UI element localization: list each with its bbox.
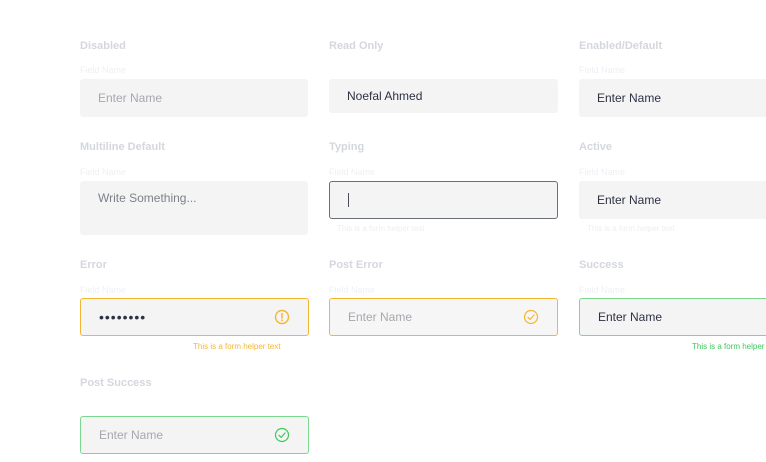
typing-helper-text: This is a form helper text [337, 224, 425, 233]
field-label-active: Field Name [579, 167, 626, 177]
read-only-value: Noefal Ahmed [347, 89, 423, 103]
multiline-textarea[interactable]: Write Something... [80, 181, 308, 235]
field-label-typing: Field Name [329, 167, 376, 177]
success-helper-text: This is a form helper text [692, 342, 766, 351]
post-error-input[interactable]: Enter Name [329, 298, 558, 336]
warning-circle-icon [274, 309, 290, 325]
check-circle-icon [523, 309, 539, 325]
error-helper-text: This is a form helper text [193, 342, 281, 351]
state-title-enabled: Enabled/Default [579, 40, 663, 52]
state-title-disabled: Disabled [80, 40, 126, 52]
state-title-multiline: Multiline Default [80, 141, 165, 153]
state-title-read-only: Read Only [329, 40, 384, 52]
error-password-input[interactable]: •••••••• [80, 298, 309, 336]
state-title-error: Error [80, 259, 107, 271]
disabled-input-placeholder: Enter Name [98, 91, 163, 105]
typing-input[interactable] [329, 181, 558, 219]
active-input-value: Enter Name [597, 193, 662, 207]
check-circle-icon [274, 427, 290, 443]
post-success-placeholder: Enter Name [99, 428, 164, 442]
success-input-value: Enter Name [598, 310, 663, 324]
field-label-post-error: Field Name [329, 285, 376, 295]
multiline-placeholder: Write Something... [98, 191, 197, 205]
state-title-typing: Typing [329, 141, 365, 153]
active-helper-text: This is a form helper text [587, 224, 675, 233]
active-input[interactable]: Enter Name [579, 181, 766, 219]
state-title-active: Active [579, 141, 613, 153]
field-label-multiline: Field Name [80, 167, 127, 177]
success-input[interactable]: Enter Name [579, 298, 766, 336]
disabled-input: Enter Name [80, 79, 308, 117]
post-success-input[interactable]: Enter Name [80, 416, 309, 454]
field-label-success: Field Name [579, 285, 626, 295]
masked-password: •••••••• [99, 309, 147, 325]
field-label-disabled: Field Name [80, 65, 127, 75]
read-only-input: Noefal Ahmed [329, 79, 558, 113]
state-title-post-error: Post Error [329, 259, 383, 271]
text-caret [348, 193, 349, 207]
enabled-input[interactable]: Enter Name [579, 79, 766, 117]
state-title-success: Success [579, 259, 624, 271]
state-title-post-success: Post Success [80, 377, 152, 389]
post-error-placeholder: Enter Name [348, 310, 413, 324]
field-label-enabled: Field Name [579, 65, 626, 75]
enabled-input-placeholder: Enter Name [597, 91, 662, 105]
field-label-error: Field Name [80, 285, 127, 295]
